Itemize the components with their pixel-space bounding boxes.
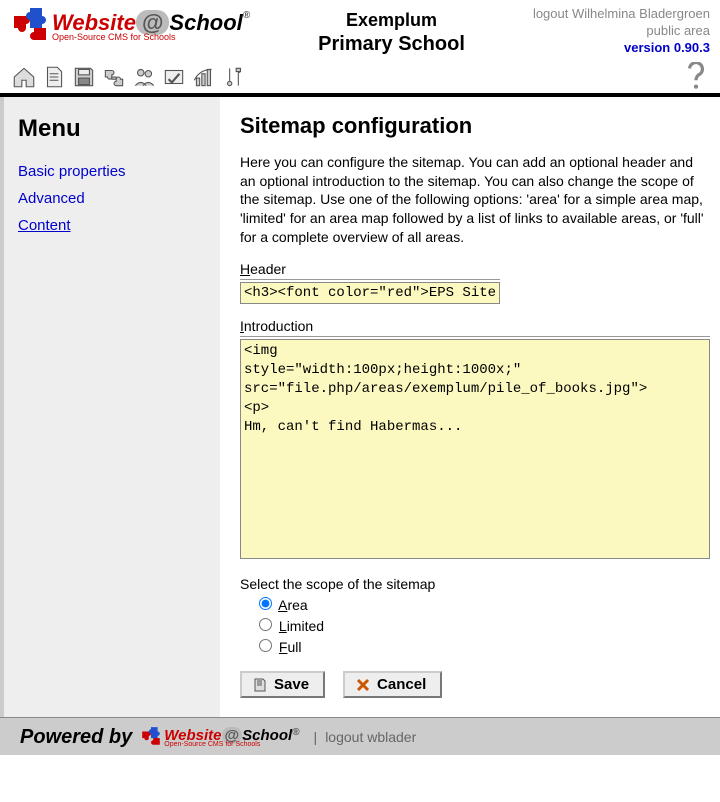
scope-label-limited[interactable]: Limited (279, 618, 324, 634)
divider (240, 279, 500, 280)
main-content: Sitemap configuration Here you can confi… (220, 97, 720, 717)
config-icon[interactable] (160, 63, 188, 91)
site-title: Exemplum Primary School (318, 6, 465, 56)
version-text: version 0.90.3 (533, 40, 710, 57)
footer-separator: | (314, 729, 318, 745)
header-field-label: Header (240, 261, 710, 277)
modules-icon[interactable] (100, 63, 128, 91)
scope-label-full[interactable]: Full (279, 639, 302, 655)
save-small-icon (252, 677, 268, 693)
scope-radio-limited[interactable] (259, 618, 272, 631)
logo[interactable]: Website@School® Open-Source CMS for Scho… (10, 6, 250, 46)
introduction-field-label: Introduction (240, 318, 710, 334)
page-icon[interactable] (40, 63, 68, 91)
powered-by-text: Powered by (20, 726, 132, 749)
public-area-link[interactable]: public area (646, 23, 710, 38)
page-description: Here you can configure the sitemap. You … (240, 153, 710, 247)
body: Menu Basic properties Advanced Content S… (0, 97, 720, 717)
page-title: Sitemap configuration (240, 113, 710, 139)
tools-icon[interactable] (220, 63, 248, 91)
introduction-textarea[interactable] (240, 339, 710, 559)
toolbar (0, 61, 720, 97)
home-icon[interactable] (10, 63, 38, 91)
save-icon[interactable] (70, 63, 98, 91)
accounts-icon[interactable] (130, 63, 158, 91)
puzzle-icon (140, 726, 162, 748)
puzzle-icon (10, 6, 50, 46)
logout-link-bottom[interactable]: logout wblader (325, 729, 416, 745)
footer-logo[interactable]: Website@School® Open-Source CMS for Scho… (140, 726, 299, 748)
scope-label-area[interactable]: Area (278, 597, 308, 613)
logout-link-top[interactable]: logout Wilhelmina Bladergroen (533, 6, 710, 21)
divider (240, 336, 710, 337)
header-right: logout Wilhelmina Bladergroen public are… (533, 6, 710, 57)
sidebar-item-content[interactable]: Content (18, 217, 206, 234)
cancel-small-icon (355, 677, 371, 693)
help-icon[interactable] (682, 63, 710, 91)
header: Website@School® Open-Source CMS for Scho… (0, 0, 720, 61)
cancel-button[interactable]: Cancel (343, 671, 442, 698)
scope-radio-area[interactable] (259, 597, 272, 610)
footer: Powered by Website@School® Open-Source C… (0, 717, 720, 755)
menu-title: Menu (18, 115, 206, 143)
scope-radio-full[interactable] (259, 639, 272, 652)
save-button[interactable]: Save (240, 671, 325, 698)
scope-label: Select the scope of the sitemap (240, 576, 435, 592)
stats-icon[interactable] (190, 63, 218, 91)
sidebar-item-advanced[interactable]: Advanced (18, 190, 206, 207)
sidebar: Menu Basic properties Advanced Content (0, 97, 220, 717)
header-input[interactable] (240, 282, 500, 304)
sidebar-item-basic-properties[interactable]: Basic properties (18, 163, 206, 180)
